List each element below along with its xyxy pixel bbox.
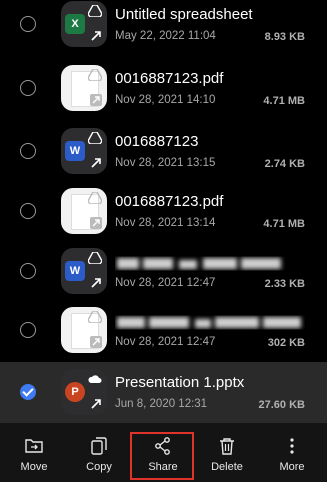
file-row-selected[interactable]: P Presentation 1.pptx Jun 8, 2020 12:31 … — [0, 362, 327, 426]
file-row[interactable]: 0016887123.pdf Nov 28, 2021 14:10 4.71 M… — [0, 58, 327, 122]
more-label: More — [279, 461, 305, 473]
file-size: 27.60 KB — [258, 399, 305, 411]
select-radio[interactable] — [20, 143, 36, 159]
blurred-file-name — [117, 258, 281, 269]
file-row[interactable]: Nov 28, 2021 12:47 302 KB — [0, 300, 327, 364]
file-row[interactable]: W Nov 28, 2021 12:47 2.33 KB — [0, 241, 327, 305]
pdf-thumbnail — [61, 65, 107, 111]
file-size: 8.93 KB — [264, 31, 305, 43]
file-date: Nov 28, 2021 12:47 — [115, 336, 216, 348]
move-button[interactable]: Move — [4, 423, 64, 482]
file-size: 2.33 KB — [264, 278, 305, 290]
file-name: 0016887123 — [115, 133, 199, 150]
excel-icon: X — [61, 1, 107, 47]
delete-button[interactable]: Delete — [197, 423, 257, 482]
file-name: 0016887123.pdf — [115, 70, 224, 87]
more-button[interactable]: More — [262, 423, 322, 482]
copy-label: Copy — [86, 461, 112, 473]
file-size: 4.71 MB — [263, 95, 305, 107]
selected-checkmark[interactable] — [20, 384, 36, 400]
file-name: Presentation 1.pptx — [115, 374, 245, 391]
file-row[interactable]: X Untitled spreadsheet May 22, 2022 11:0… — [0, 0, 327, 58]
select-radio[interactable] — [20, 203, 36, 219]
file-date: Nov 28, 2021 13:15 — [115, 157, 216, 169]
file-date: Nov 28, 2021 14:10 — [115, 94, 216, 106]
file-date: Nov 28, 2021 13:14 — [115, 217, 216, 229]
word-icon: W — [61, 248, 107, 294]
file-date: May 22, 2022 11:04 — [115, 30, 216, 42]
more-vertical-icon — [290, 438, 294, 454]
file-date: Jun 8, 2020 12:31 — [115, 398, 208, 410]
select-radio[interactable] — [20, 16, 36, 32]
powerpoint-icon: P — [61, 369, 107, 415]
blurred-file-name — [117, 317, 301, 328]
trash-icon — [220, 438, 234, 455]
select-radio[interactable] — [20, 322, 36, 338]
file-row[interactable]: W 0016887123 Nov 28, 2021 13:15 2.74 KB — [0, 121, 327, 185]
pdf-thumbnail — [61, 307, 107, 353]
copy-icon — [91, 437, 107, 455]
select-radio[interactable] — [20, 80, 36, 96]
copy-button[interactable]: Copy — [69, 423, 129, 482]
file-name: Untitled spreadsheet — [115, 6, 253, 23]
file-date: Nov 28, 2021 12:47 — [115, 277, 216, 289]
move-icon — [25, 439, 43, 453]
pdf-thumbnail — [61, 188, 107, 234]
select-radio[interactable] — [20, 263, 36, 279]
file-size: 4.71 MB — [263, 218, 305, 230]
delete-label: Delete — [211, 461, 243, 473]
move-label: Move — [20, 461, 48, 473]
word-icon: W — [61, 128, 107, 174]
file-name: 0016887123.pdf — [115, 193, 224, 210]
file-size: 302 KB — [267, 337, 305, 349]
file-row[interactable]: 0016887123.pdf Nov 28, 2021 13:14 4.71 M… — [0, 181, 327, 245]
share-highlight-box — [130, 432, 194, 480]
file-size: 2.74 KB — [264, 158, 305, 170]
